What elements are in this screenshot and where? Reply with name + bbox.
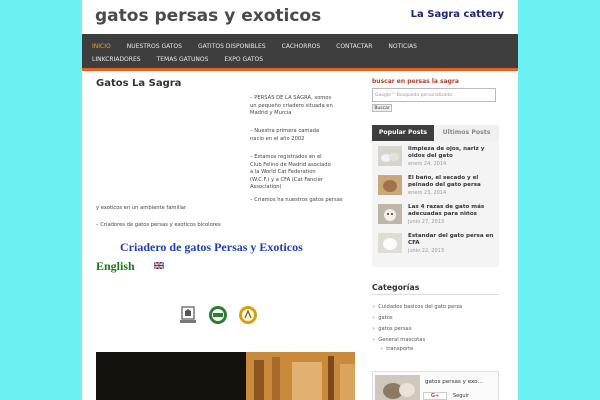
page-wrapper: gatos persas y exoticos La Sagra cattery… [82, 0, 518, 400]
site-title[interactable]: gatos persas y exoticos [95, 6, 321, 26]
list-item[interactable]: limpieza de ojos, nariz y oidos del gato… [378, 146, 498, 170]
tab-popular-posts[interactable]: Popular Posts [372, 125, 434, 141]
arrow-icon: » [372, 337, 376, 343]
post-link[interactable]: Las 4 razas de gato más adecuadas para n… [408, 204, 500, 218]
list-item[interactable]: Las 4 razas de gato más adecuadas para n… [378, 204, 498, 228]
arrow-icon: » [380, 346, 384, 352]
posts-tabs: Popular Posts Ultimos Posts [372, 125, 499, 141]
popular-posts-list: limpieza de ojos, nariz y oidos del gato… [372, 141, 499, 267]
category-label: General mascotas [378, 337, 426, 343]
arrow-icon: » [372, 315, 376, 321]
category-link[interactable]: » gatos [372, 315, 393, 321]
criadero-heading[interactable]: Criadero de gatos Persas y Exoticos [120, 240, 303, 255]
search-input[interactable]: Google™ Búsqueda personalizada [372, 88, 496, 102]
category-label: gatos [378, 315, 393, 321]
nav-item-noticias[interactable]: NOTICIAS [388, 41, 417, 55]
nav-item-inicio[interactable]: INICIO [92, 41, 111, 55]
post-paragraph-3: – Estamos registrados en el Club Felino … [250, 154, 331, 191]
category-link[interactable]: » gatos persas [372, 326, 411, 332]
arrow-icon: » [372, 304, 376, 310]
site-header: gatos persas y exoticos La Sagra cattery [82, 0, 518, 34]
main-nav: INICIO NUESTROS GATOS GATITOS DISPONIBLE… [82, 34, 518, 71]
club-felino-madrid-logo[interactable] [178, 305, 198, 325]
post-paragraph-2: – Nuestra primera camada nacio en el año… [250, 128, 320, 142]
search-widget-title: buscar en persas la sagra [372, 78, 459, 85]
english-link[interactable]: English [96, 259, 135, 274]
categories-heading: Categorías [372, 283, 420, 292]
post-thumbnail-image [378, 233, 402, 253]
post-date: junio 22, 2013 [408, 248, 445, 254]
divider [372, 294, 499, 295]
list-item[interactable]: El baño, el secado y el peinado del gato… [378, 175, 498, 199]
club-logos [178, 305, 258, 325]
main-content: Gatos La Sagra – PERSAS DE LA SAGRA, som… [96, 78, 356, 400]
post-date: enero 23, 2014 [408, 190, 447, 196]
nav-item-linkcriadores[interactable]: LINKCRIADORES [92, 54, 141, 68]
post-title[interactable]: Gatos La Sagra [96, 78, 356, 89]
follow-button[interactable]: Seguir [453, 393, 469, 399]
nav-item-temas-gatunos[interactable]: TEMAS GATUNOS [157, 54, 209, 68]
nav-item-gatitos-disponibles[interactable]: GATITOS DISPONIBLES [198, 41, 266, 55]
post-link[interactable]: Estandar del gato persa en CFA [408, 233, 500, 247]
list-item[interactable]: Estandar del gato persa en CFA junio 22,… [378, 233, 498, 257]
page-cover-image [375, 375, 420, 400]
arrow-icon: » [372, 326, 376, 332]
featured-photo [96, 352, 355, 400]
cfa-logo[interactable] [238, 305, 258, 325]
nav-row-1: INICIO NUESTROS GATOS GATITOS DISPONIBLE… [92, 41, 433, 55]
tab-ultimos-posts[interactable]: Ultimos Posts [434, 125, 499, 141]
category-label: transporte [386, 346, 414, 352]
category-link[interactable]: » transporte [380, 346, 413, 352]
post-thumbnail-image [378, 204, 402, 224]
post-date: enero 24, 2014 [408, 161, 447, 167]
post-paragraph-4: – Criamos ha nuestros gatos persas y exo… [96, 197, 343, 211]
category-label: Cuidados basicos del gato persa [378, 304, 463, 310]
nav-item-expo-gatos[interactable]: EXPO GATOS [224, 54, 263, 68]
nav-item-contactar[interactable]: CONTACTAR [336, 41, 372, 55]
nav-row-2: LINKCRIADORES TEMAS GATUNOS EXPO GATOS [92, 54, 279, 68]
category-link[interactable]: » General mascotas [372, 337, 425, 343]
wcf-logo[interactable] [208, 305, 228, 325]
sidebar: buscar en persas la sagra Google™ Búsque… [372, 78, 508, 400]
post-date: junio 27, 2013 [408, 219, 445, 225]
page-name[interactable]: gatos persas y exo... [425, 379, 483, 385]
uk-flag-icon[interactable] [154, 262, 164, 269]
nav-item-cachorros[interactable]: CACHORROS [282, 41, 320, 55]
post-link[interactable]: El baño, el secado y el peinado del gato… [408, 175, 500, 189]
post-paragraph-5: – Criadores de gatos persas y exoticos b… [96, 222, 221, 228]
social-widget: gatos persas y exo... G+ Seguir [372, 371, 499, 400]
category-label: gatos persas [378, 326, 412, 332]
room-photo-image [96, 352, 355, 400]
category-link[interactable]: » Cuidados basicos del gato persa [372, 304, 462, 310]
post-paragraph-1: – PERSAS DE LA SAGRA, somos un pequeño c… [250, 95, 333, 117]
post-thumbnail-image [378, 175, 402, 195]
search-button[interactable]: Buscar [372, 104, 392, 112]
site-tagline: La Sagra cattery [410, 9, 504, 20]
post-link[interactable]: limpieza de ojos, nariz y oidos del gato [408, 146, 500, 160]
gplus-button[interactable]: G+ [423, 392, 447, 400]
nav-item-nuestros-gatos[interactable]: NUESTROS GATOS [127, 41, 182, 55]
post-thumbnail-image [378, 146, 402, 166]
